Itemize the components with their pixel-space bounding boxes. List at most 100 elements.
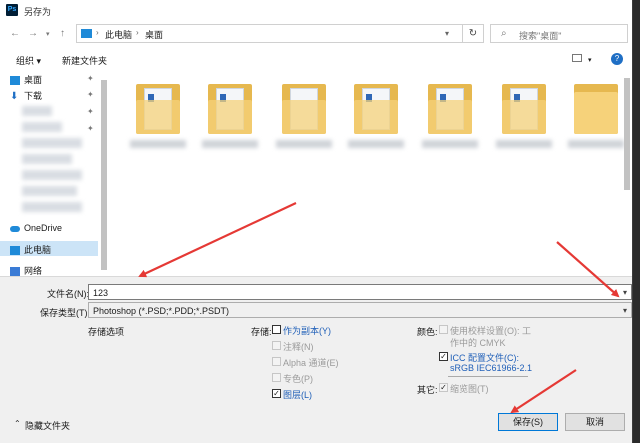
annotations-checkbox — [272, 341, 281, 350]
sidebar-item-this-pc[interactable]: 此电脑 — [10, 243, 51, 257]
view-dropdown-icon[interactable]: ▾ — [588, 56, 592, 64]
title-bar: Ps 另存为 — [0, 0, 632, 20]
folder-icon — [136, 84, 180, 134]
hide-folders-button[interactable]: 隐藏文件夹 — [25, 419, 70, 432]
chevron-right-icon: › — [136, 28, 139, 37]
help-icon[interactable]: ? — [611, 53, 623, 65]
recent-chevron-icon[interactable]: ▾ — [46, 30, 50, 38]
layers-label[interactable]: 图层(L) — [283, 388, 312, 401]
blurred-item — [22, 202, 82, 212]
up-arrow-icon[interactable]: ↑ — [60, 28, 65, 39]
blurred-filename — [348, 140, 404, 148]
pc-icon — [81, 29, 92, 38]
blurred-filename — [130, 140, 186, 148]
folder-item[interactable] — [496, 76, 556, 156]
pin-icon: ✦ — [87, 90, 94, 99]
pin-icon: ✦ — [87, 124, 94, 133]
chevron-down-icon[interactable]: ▾ — [623, 288, 627, 297]
forward-arrow-icon[interactable]: → — [28, 28, 38, 39]
spot-label: 专色(P) — [283, 374, 313, 384]
alpha-label: Alpha 通道(E) — [283, 358, 339, 368]
cancel-button[interactable]: 取消 — [565, 413, 625, 431]
annotations-label: 注释(N) — [283, 342, 314, 352]
icc-profile-value: sRGB IEC61966-2.1 — [450, 363, 533, 373]
blurred-filename — [422, 140, 478, 148]
as-copy-label[interactable]: 作为副本(Y) — [283, 324, 331, 337]
blurred-item — [22, 138, 82, 148]
save-options-panel: 文件名(N): 123 ▾ 保存类型(T): Photoshop (*.PSD;… — [0, 276, 632, 443]
blurred-filename — [202, 140, 258, 148]
search-icon: ⌕ — [501, 28, 507, 39]
save-button[interactable]: 保存(S) — [498, 413, 558, 431]
search-box[interactable]: ⌕ 搜索"桌面" — [490, 24, 628, 43]
breadcrumb-pc[interactable]: 此电脑 — [105, 28, 132, 41]
folder-item[interactable] — [422, 76, 482, 156]
sidebar-item-downloads[interactable]: ⬇ 下载 — [10, 89, 42, 103]
proof-setup-label-2: 作中的 CMYK — [450, 338, 506, 348]
other-label: 其它: — [417, 385, 438, 395]
as-copy-checkbox[interactable] — [272, 325, 281, 334]
blurred-item — [22, 106, 52, 116]
file-type-label: 保存类型(T): — [40, 308, 90, 318]
spot-checkbox — [272, 373, 281, 382]
blurred-filename — [276, 140, 332, 148]
new-folder-button[interactable]: 新建文件夹 — [62, 54, 107, 67]
filename-label: 文件名(N): — [47, 289, 89, 299]
command-bar: 组织 ▾ 新建文件夹 ▾ ? — [0, 50, 632, 70]
search-placeholder: 搜索"桌面" — [519, 31, 562, 41]
file-type-value: Photoshop (*.PSD;*.PDD;*.PSDT) — [93, 306, 230, 316]
address-dropdown-icon[interactable]: ▾ — [445, 29, 449, 38]
folder-item[interactable] — [348, 76, 408, 156]
refresh-icon: ↻ — [468, 28, 478, 39]
scrollbar-thumb[interactable] — [624, 78, 630, 190]
scrollbar-thumb[interactable] — [101, 80, 107, 270]
back-arrow-icon[interactable]: ← — [10, 28, 20, 39]
address-bar[interactable]: › 此电脑 › 桌面 ▾ — [76, 24, 484, 43]
blurred-item — [22, 154, 72, 164]
folder-item[interactable] — [202, 76, 262, 156]
blurred-item — [22, 186, 77, 196]
folder-item[interactable] — [130, 76, 190, 156]
blurred-item — [22, 122, 62, 132]
sidebar-item-desktop[interactable]: 桌面 — [10, 73, 42, 87]
chevron-up-icon[interactable]: ⌃ — [14, 419, 21, 428]
view-options-icon[interactable] — [572, 54, 582, 62]
cloud-icon — [10, 225, 20, 232]
organize-button[interactable]: 组织 ▾ — [16, 54, 41, 67]
filename-value: 123 — [93, 288, 109, 298]
proof-setup-checkbox — [439, 325, 448, 334]
save-as-dialog: Ps 另存为 ← → ▾ ↑ › 此电脑 › 桌面 ▾ ↻ ⌕ 搜索"桌面" 组… — [0, 0, 633, 443]
folder-icon — [354, 84, 398, 134]
folder-icon — [502, 84, 546, 134]
breadcrumb-desktop[interactable]: 桌面 — [145, 28, 163, 41]
sidebar-item-label: 网络 — [24, 266, 43, 276]
folder-icon — [428, 84, 472, 134]
blurred-filename — [496, 140, 552, 148]
navigation-bar: ← → ▾ ↑ › 此电脑 › 桌面 ▾ ↻ ⌕ 搜索"桌面" — [0, 22, 632, 46]
file-list-scrollbar[interactable] — [622, 70, 632, 276]
chevron-down-icon[interactable]: ▾ — [623, 306, 627, 315]
color-label: 颜色: — [417, 327, 438, 337]
pin-icon: ✦ — [87, 107, 94, 116]
photoshop-icon: Ps — [6, 4, 18, 16]
thumbnail-label: 缩览图(T) — [450, 384, 489, 394]
filename-input[interactable]: 123 ▾ — [88, 284, 632, 300]
layers-checkbox[interactable]: ✓ — [272, 389, 281, 398]
icc-profile-checkbox[interactable]: ✓ — [439, 352, 448, 361]
sidebar-item-onedrive[interactable]: OneDrive — [10, 223, 62, 237]
pc-icon — [10, 246, 20, 256]
sidebar-item-label: OneDrive — [24, 223, 63, 233]
file-type-select[interactable]: Photoshop (*.PSD;*.PDD;*.PSDT) ▾ — [88, 302, 632, 318]
thumbnail-checkbox: ✓ — [439, 383, 448, 392]
folder-item[interactable] — [568, 76, 628, 156]
blurred-filename — [568, 140, 624, 148]
file-list — [110, 70, 632, 276]
desktop-icon — [10, 76, 20, 86]
alpha-checkbox — [272, 357, 281, 366]
folder-item[interactable] — [276, 76, 336, 156]
blurred-item — [22, 170, 82, 180]
folder-icon — [208, 84, 252, 134]
window-title: 另存为 — [24, 7, 52, 17]
sidebar-scrollbar[interactable] — [99, 70, 109, 276]
refresh-button[interactable]: ↻ — [462, 24, 484, 43]
